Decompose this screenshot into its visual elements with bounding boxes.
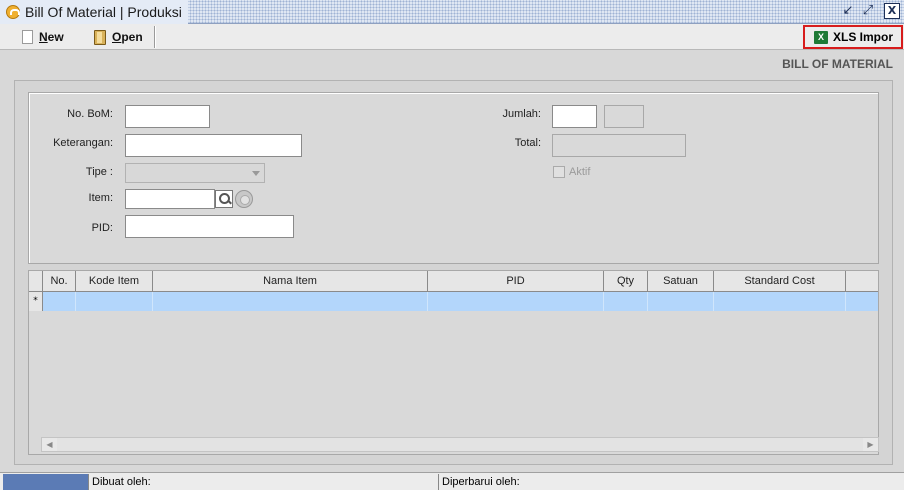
new-button-label: New <box>39 30 64 44</box>
column-header-satuan[interactable]: Satuan <box>648 271 714 291</box>
item-input[interactable] <box>125 189 215 209</box>
status-indicator <box>3 474 89 490</box>
created-by-label: Dibuat oleh: <box>89 474 439 490</box>
cell-kode-item[interactable] <box>76 292 153 311</box>
aktif-checkbox[interactable] <box>553 166 565 178</box>
status-bar: Dibuat oleh: Diperbarui oleh: <box>0 472 904 490</box>
header-form: No. BoM: Keterangan: Tipe : Item: PID: J… <box>28 92 879 264</box>
title-bar: Bill Of Material | Produksi ↙ ⤢ X <box>0 0 904 24</box>
keterangan-label: Keterangan: <box>53 137 113 149</box>
no-bom-input[interactable] <box>125 105 210 128</box>
cell-satuan[interactable] <box>648 292 714 311</box>
new-button[interactable]: New <box>14 26 72 48</box>
open-button[interactable]: Open <box>86 26 151 48</box>
aktif-label: Aktif <box>569 166 591 178</box>
cell-qty[interactable] <box>604 292 648 311</box>
xls-import-label: XLS Impor <box>833 30 894 44</box>
jumlah-unit-field <box>604 105 644 128</box>
app-icon <box>6 5 20 19</box>
new-document-icon <box>22 30 33 44</box>
cell-standard-cost[interactable] <box>714 292 846 311</box>
search-icon[interactable] <box>215 190 233 208</box>
no-bom-label: No. BoM: <box>67 108 113 120</box>
column-header-pid[interactable]: PID <box>428 271 604 291</box>
xls-import-button[interactable]: X XLS Impor <box>803 25 903 49</box>
column-header-standard-cost[interactable]: Standard Cost <box>714 271 846 291</box>
horizontal-scrollbar[interactable]: ◀ ▶ <box>41 437 879 452</box>
updated-by-label: Diperbarui oleh: <box>442 476 520 488</box>
table-row[interactable] <box>29 292 878 311</box>
row-header-corner <box>29 271 43 291</box>
main-panel: No. BoM: Keterangan: Tipe : Item: PID: J… <box>14 80 893 465</box>
column-header-nama-item[interactable]: Nama Item <box>153 271 428 291</box>
column-header-no[interactable]: No. <box>43 271 76 291</box>
column-header-qty[interactable]: Qty <box>604 271 648 291</box>
bom-items-grid: No. Kode Item Nama Item PID Qty Satuan S… <box>28 270 879 455</box>
column-header-kode-item[interactable]: Kode Item <box>76 271 153 291</box>
cell-no[interactable] <box>43 292 76 311</box>
window-title: Bill Of Material | Produksi <box>0 0 188 24</box>
window-title-text: Bill Of Material | Produksi <box>25 4 182 20</box>
toolbar-separator <box>154 26 156 48</box>
pid-input[interactable] <box>125 215 294 238</box>
excel-icon: X <box>814 30 828 44</box>
new-row-marker: * <box>29 292 43 311</box>
restore-icon[interactable]: ↙ <box>840 3 856 19</box>
pid-label: PID: <box>91 222 113 234</box>
jumlah-input[interactable] <box>552 105 597 128</box>
chevron-down-icon <box>252 171 260 176</box>
jumlah-label: Jumlah: <box>502 108 541 120</box>
total-field <box>552 134 686 157</box>
maximize-icon[interactable]: ⤢ <box>860 3 876 19</box>
item-label: Item: <box>88 192 113 204</box>
total-label: Total: <box>514 137 541 149</box>
section-title: BILL OF MATERIAL <box>782 57 893 71</box>
toolbar: New Open X XLS Impor <box>0 24 904 50</box>
open-button-label: Open <box>112 30 143 44</box>
open-book-icon <box>94 29 106 45</box>
keterangan-input[interactable] <box>125 134 302 157</box>
scroll-right-icon[interactable]: ▶ <box>863 438 878 451</box>
tipe-select[interactable] <box>125 163 265 183</box>
tipe-label: Tipe : <box>85 166 113 178</box>
cell-nama-item[interactable] <box>153 292 428 311</box>
scroll-left-icon[interactable]: ◀ <box>42 438 57 451</box>
cell-pid[interactable] <box>428 292 604 311</box>
close-icon[interactable]: X <box>884 3 900 19</box>
clear-icon[interactable] <box>235 190 253 208</box>
grid-header: No. Kode Item Nama Item PID Qty Satuan S… <box>29 271 878 292</box>
